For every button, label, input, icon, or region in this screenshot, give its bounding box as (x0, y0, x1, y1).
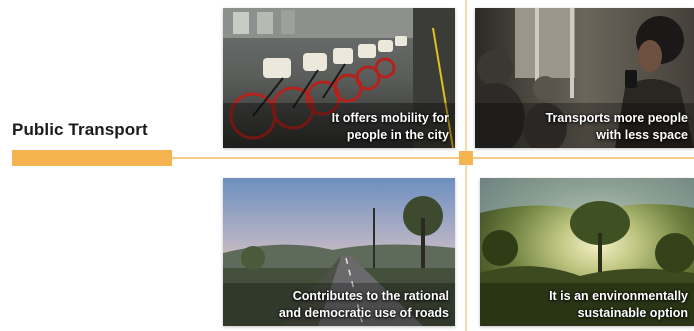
card-commuters-caption: Transports more people with less space (546, 110, 688, 144)
horizontal-divider (172, 157, 694, 159)
caption-line: It offers mobility for (331, 111, 449, 125)
caption-line: Transports more people (545, 111, 688, 125)
card-bike-sharing-caption: It offers mobility for people in the cit… (332, 110, 449, 144)
title-accent-bar (12, 150, 172, 166)
slide-title: Public Transport (12, 120, 148, 139)
center-marker (459, 151, 473, 165)
vertical-divider (465, 0, 467, 331)
caption-line: people in the city (346, 128, 449, 142)
caption-line: and democratic use of roads (278, 306, 449, 320)
card-highway-caption: Contributes to the rational and democrat… (223, 288, 449, 322)
caption-line: It is an environmentally (549, 289, 688, 303)
card-commuters: Transports more people with less space (475, 8, 694, 148)
card-forest: It is an environmentally sustainable opt… (480, 178, 694, 326)
card-forest-caption: It is an environmentally sustainable opt… (549, 288, 688, 322)
slide: Public Transport It offers mobility for … (0, 0, 694, 331)
caption-line: Contributes to the rational (292, 289, 449, 303)
caption-line: sustainable option (577, 306, 688, 320)
card-highway: Contributes to the rational and democrat… (223, 178, 455, 326)
card-bike-sharing: It offers mobility for people in the cit… (223, 8, 455, 148)
caption-line: with less space (596, 128, 688, 142)
